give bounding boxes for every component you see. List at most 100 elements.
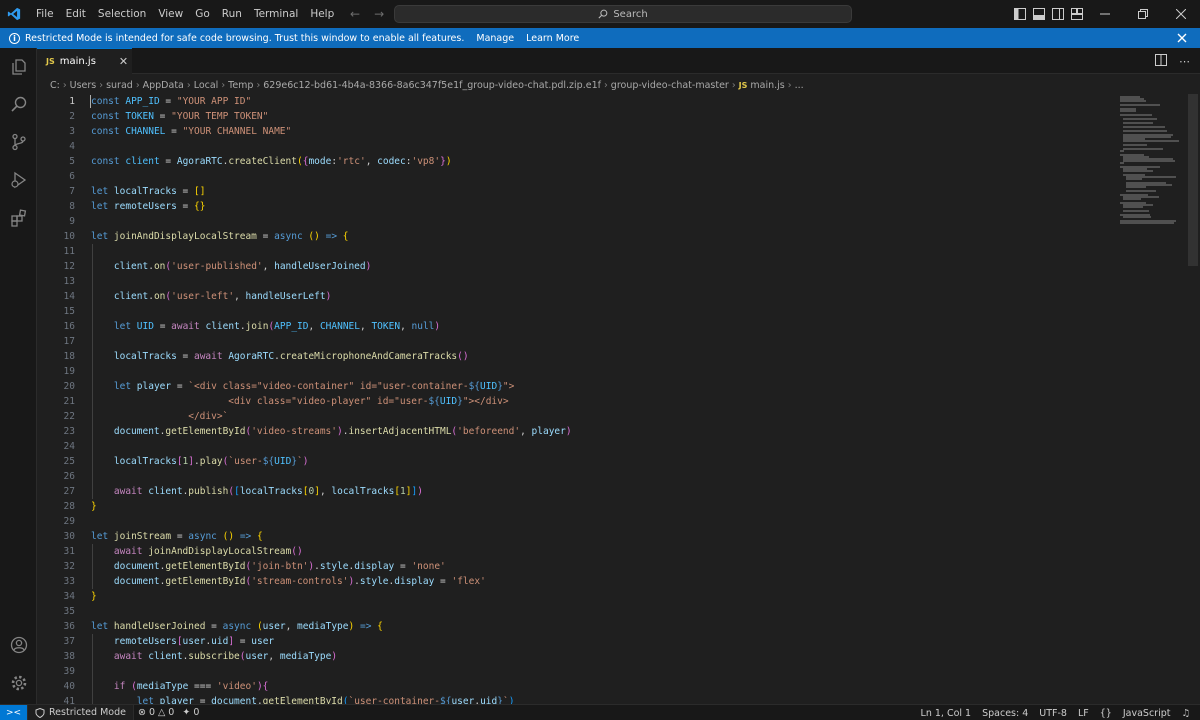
menu-edit[interactable]: Edit bbox=[60, 0, 92, 28]
minimize-icon[interactable] bbox=[1086, 0, 1124, 28]
more-actions-icon[interactable]: ⋯ bbox=[1179, 55, 1190, 68]
extensions-icon[interactable] bbox=[0, 203, 37, 233]
breadcrumb-segment[interactable]: Local bbox=[194, 80, 219, 91]
line-number: 9 bbox=[69, 216, 75, 227]
code-line: client.on('user-published', handleUserJo… bbox=[113, 261, 372, 272]
minimap-line bbox=[1123, 126, 1165, 128]
line-number: 5 bbox=[69, 156, 75, 167]
code-line: localTracks = await AgoraRTC.createMicro… bbox=[113, 351, 469, 362]
breadcrumb: C: › Users › surad › AppData › Local › T… bbox=[50, 76, 804, 94]
code-line: await client.publish([localTracks[0], lo… bbox=[113, 486, 423, 497]
indentation-status[interactable]: Spaces: 4 bbox=[978, 708, 1032, 719]
minimap-line bbox=[1123, 144, 1147, 146]
code-line: document.getElementById('stream-controls… bbox=[113, 576, 486, 587]
breadcrumb-symbol[interactable]: ... bbox=[795, 80, 804, 91]
code-line: } bbox=[91, 591, 97, 602]
source-control-icon[interactable] bbox=[0, 127, 37, 157]
minimap-line bbox=[1120, 110, 1136, 112]
minimap-line bbox=[1123, 160, 1175, 162]
customize-layout-icon[interactable] bbox=[1071, 8, 1083, 20]
accounts-icon[interactable] bbox=[0, 630, 37, 660]
code-line: let player = `<div class="video-containe… bbox=[113, 381, 515, 392]
code-line: let localTracks = [] bbox=[91, 186, 206, 197]
menu-terminal[interactable]: Terminal bbox=[248, 0, 304, 28]
chevron-right-icon: › bbox=[221, 79, 226, 91]
manage-gear-icon[interactable] bbox=[0, 668, 37, 698]
language-braces-icon[interactable]: {} bbox=[1096, 708, 1116, 719]
warning-icon: △ bbox=[157, 707, 166, 718]
minimap-line bbox=[1126, 186, 1146, 188]
breadcrumb-segment[interactable]: 629e6c12-bd61-4b4a-8366-8a6c347f5e1f_gro… bbox=[263, 80, 601, 91]
banner-message: Restricted Mode is intended for safe cod… bbox=[25, 32, 465, 44]
breadcrumb-segment[interactable]: surad bbox=[106, 80, 133, 91]
code-line: document.getElementById('join-btn').styl… bbox=[113, 561, 446, 572]
restore-icon[interactable] bbox=[1124, 0, 1162, 28]
problems-status[interactable]: ⊗ 0 △ 0 bbox=[134, 707, 178, 718]
code-line: await joinAndDisplayLocalStream() bbox=[113, 546, 303, 557]
breadcrumb-root[interactable]: C: bbox=[50, 80, 60, 91]
code-line: let joinStream = async () => { bbox=[91, 531, 263, 542]
minimap-line bbox=[1123, 216, 1151, 218]
warning-count: 0 bbox=[168, 707, 175, 718]
line-number: 2 bbox=[69, 111, 75, 122]
ports-status[interactable]: ✦ 0 bbox=[178, 707, 203, 718]
restricted-mode-banner: i Restricted Mode is intended for safe c… bbox=[0, 28, 1200, 48]
menu-selection[interactable]: Selection bbox=[92, 0, 152, 28]
learn-more-link[interactable]: Learn More bbox=[526, 33, 579, 44]
breadcrumb-segment[interactable]: group-video-chat-master bbox=[611, 80, 729, 91]
line-number: 27 bbox=[63, 486, 75, 497]
split-editor-icon[interactable] bbox=[1155, 53, 1167, 69]
code-editor[interactable]: 1 2 3 4 5 6 7 8 9 10 11 12 13 14 15 16 1… bbox=[37, 94, 1200, 704]
tab-close-icon[interactable]: ✕ bbox=[119, 55, 128, 68]
run-and-debug-icon[interactable] bbox=[0, 165, 37, 195]
search-sidebar-icon[interactable] bbox=[0, 89, 37, 119]
breadcrumb-segment[interactable]: Temp bbox=[228, 80, 253, 91]
close-window-icon[interactable] bbox=[1162, 0, 1200, 28]
back-arrow-icon[interactable]: ← bbox=[350, 7, 360, 21]
line-number: 35 bbox=[63, 606, 75, 617]
eol-status[interactable]: LF bbox=[1074, 708, 1093, 719]
toggle-secondary-sidebar-icon[interactable] bbox=[1052, 8, 1064, 20]
menu-file[interactable]: File bbox=[30, 0, 60, 28]
minimap-line bbox=[1123, 130, 1167, 132]
cursor-position[interactable]: Ln 1, Col 1 bbox=[917, 708, 976, 719]
breadcrumb-segment[interactable]: Users bbox=[70, 80, 97, 91]
line-number: 12 bbox=[63, 261, 75, 272]
explorer-icon[interactable] bbox=[0, 52, 37, 82]
toggle-primary-sidebar-icon[interactable] bbox=[1014, 8, 1026, 20]
menu-bar: File Edit Selection View Go Run Terminal… bbox=[30, 0, 340, 28]
menu-run[interactable]: Run bbox=[216, 0, 248, 28]
line-number: 8 bbox=[69, 201, 75, 212]
line-number: 34 bbox=[63, 591, 75, 602]
layout-controls bbox=[1014, 0, 1083, 28]
close-icon[interactable] bbox=[1175, 31, 1189, 45]
line-number: 17 bbox=[63, 336, 75, 347]
restricted-mode-status[interactable]: Restricted Mode bbox=[27, 704, 134, 720]
vertical-scrollbar[interactable] bbox=[1188, 94, 1198, 266]
forward-arrow-icon[interactable]: → bbox=[374, 7, 384, 21]
menu-go[interactable]: Go bbox=[189, 0, 216, 28]
line-number: 1 bbox=[69, 96, 75, 107]
notifications-bell-icon[interactable]: ♫ bbox=[1177, 708, 1194, 719]
menu-help[interactable]: Help bbox=[304, 0, 340, 28]
ports-count: 0 bbox=[193, 707, 200, 718]
menu-view[interactable]: View bbox=[152, 0, 189, 28]
breadcrumb-segment[interactable]: AppData bbox=[143, 80, 184, 91]
toggle-panel-icon[interactable] bbox=[1033, 8, 1045, 20]
minimap-line bbox=[1123, 206, 1143, 208]
language-mode[interactable]: JavaScript bbox=[1119, 708, 1175, 719]
remote-indicator-icon[interactable]: >< bbox=[0, 704, 27, 720]
line-number: 26 bbox=[63, 471, 75, 482]
minimap[interactable] bbox=[1118, 94, 1182, 234]
code-line: remoteUsers[user.uid] = user bbox=[113, 636, 275, 647]
tab-main-js[interactable]: JS main.js ✕ bbox=[37, 48, 132, 74]
code-line: await client.subscribe(user, mediaType) bbox=[113, 651, 338, 662]
line-number: 33 bbox=[63, 576, 75, 587]
line-number: 15 bbox=[63, 306, 75, 317]
breadcrumb-file[interactable]: main.js bbox=[750, 80, 784, 91]
line-number: 41 bbox=[63, 696, 75, 704]
manage-link[interactable]: Manage bbox=[476, 33, 514, 44]
status-bar-right: Ln 1, Col 1 Spaces: 4 UTF-8 LF {} JavaSc… bbox=[917, 705, 1194, 720]
encoding-status[interactable]: UTF-8 bbox=[1035, 708, 1071, 719]
command-center-search[interactable]: Search bbox=[394, 5, 852, 23]
